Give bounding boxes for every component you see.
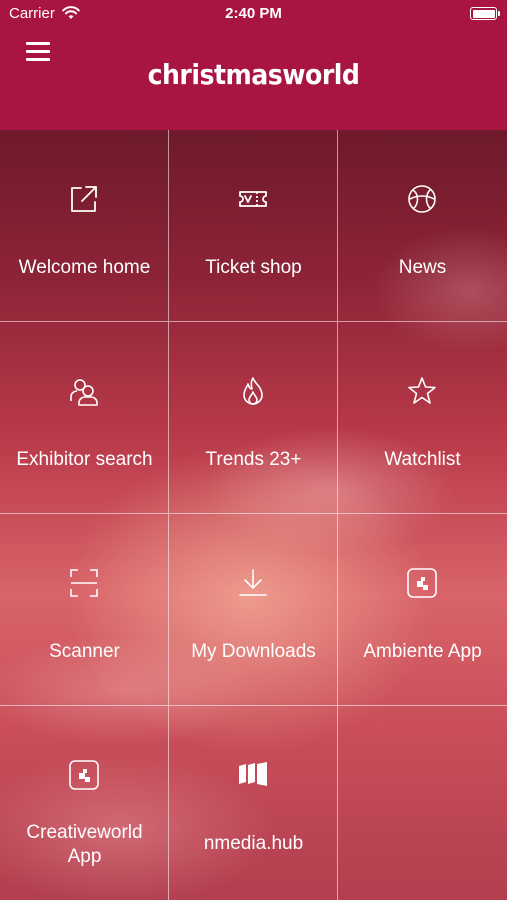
tile-my-downloads[interactable]: My Downloads — [169, 514, 338, 706]
app-tile-icon — [405, 566, 439, 600]
tile-empty — [338, 706, 507, 900]
tile-label: Exhibitor search — [16, 449, 153, 470]
tile-welcome-home[interactable]: Welcome home — [0, 130, 169, 322]
tile-label: News — [398, 257, 447, 278]
users-icon — [67, 374, 101, 408]
star-icon — [405, 374, 439, 408]
tile-label: Scanner — [49, 641, 120, 662]
external-link-icon — [67, 182, 101, 216]
tile-label: Creativeworld App — [26, 822, 143, 867]
tile-label: Welcome home — [18, 257, 151, 278]
menu-grid: Welcome home Ticket shop News Exhibitor … — [0, 130, 507, 900]
tile-ambiente-app[interactable]: Ambiente App — [338, 514, 507, 706]
tile-label: Ambiente App — [363, 641, 482, 662]
globe-icon — [405, 182, 439, 216]
flame-icon — [236, 374, 270, 408]
tile-label: Ticket shop — [205, 257, 302, 278]
tile-creativeworld-app[interactable]: Creativeworld App — [0, 706, 169, 900]
tile-label: My Downloads — [191, 641, 316, 662]
battery-icon — [470, 7, 500, 20]
tile-nmedia-hub[interactable]: nmedia.hub — [169, 706, 338, 900]
clock: 2:40 PM — [225, 5, 282, 22]
tile-news[interactable]: News — [338, 130, 507, 322]
app-title: christmasworld — [147, 58, 360, 91]
tile-trends[interactable]: Trends 23+ — [169, 322, 338, 514]
scan-frame-icon — [67, 566, 101, 600]
app-header: christmasworld — [0, 28, 507, 130]
tile-label: Trends 23+ — [205, 449, 302, 470]
tile-label: nmedia.hub — [203, 833, 304, 854]
download-icon — [236, 566, 270, 600]
nmedia-logo-icon — [236, 758, 270, 792]
tile-scanner[interactable]: Scanner — [0, 514, 169, 706]
status-bar: Carrier 2:40 PM — [0, 0, 507, 28]
tile-ticket-shop[interactable]: Ticket shop — [169, 130, 338, 322]
tile-label: Watchlist — [384, 449, 461, 470]
tile-watchlist[interactable]: Watchlist — [338, 322, 507, 514]
tile-exhibitor-search[interactable]: Exhibitor search — [0, 322, 169, 514]
app-tile-icon — [67, 758, 101, 792]
ticket-icon — [236, 182, 270, 216]
